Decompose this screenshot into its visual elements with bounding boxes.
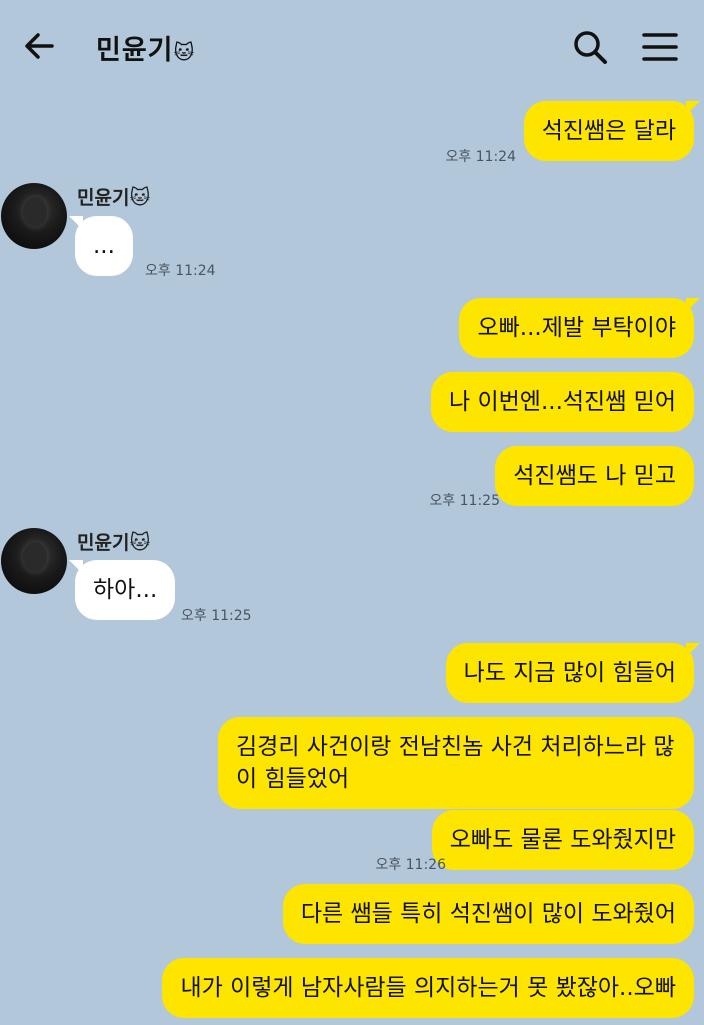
my-message-bubble[interactable]: 오빠...제발 부탁이야 [459,298,700,358]
message-time: 오후 11:25 [181,608,252,624]
avatar-face [23,197,47,227]
hamburger-menu-icon [642,33,678,61]
message-text: 다른 쌤들 특히 석진쌤이 많이 도와줬어 [300,901,676,927]
back-button[interactable] [20,26,60,66]
sender-name-text: 민윤기 [77,187,130,209]
message-text: 내가 이렇게 남자사람들 의지하는거 못 봤잖아..오빠 [180,975,676,1001]
cat-emoji-icon: 🐱 [129,530,151,554]
other-message-bubble[interactable]: ... [69,216,133,276]
cat-emoji-icon: 🐱 [173,40,196,64]
message-text: 김경리 사건이랑 전남친놈 사건 처리하느라 많이 힘들었어 [236,734,675,792]
sender-name: 민윤기🐱 [77,183,150,210]
message-time: 오후 11:25 [429,493,500,509]
my-message-bubble[interactable]: 나 이번엔...석진쌤 믿어 [431,372,694,432]
search-icon [574,31,607,64]
my-message-bubble[interactable]: 석진쌤도 나 믿고 [495,446,694,506]
sender-name: 민윤기🐱 [77,528,150,555]
search-button[interactable] [570,28,610,68]
message-text: 하아... [93,577,158,603]
menu-button[interactable] [640,28,680,68]
chat-header: 민윤기🐱 [0,0,704,92]
my-message-bubble[interactable]: 오빠도 물론 도와줬지만 [431,810,694,870]
chat-title: 민윤기🐱 [96,28,195,67]
avatar[interactable] [1,528,67,594]
message-text: 석진쌤은 달라 [541,118,676,144]
my-message-bubble[interactable]: 내가 이렇게 남자사람들 의지하는거 못 봤잖아..오빠 [162,958,694,1018]
chat-title-text: 민윤기 [96,35,174,66]
my-message-bubble[interactable]: 나도 지금 많이 힘들어 [445,643,701,703]
message-time: 오후 11:24 [145,263,216,279]
cat-emoji-icon: 🐱 [129,185,151,209]
avatar[interactable] [1,183,67,249]
message-text: ... [93,233,115,259]
my-message-bubble[interactable]: 김경리 사건이랑 전남친놈 사건 처리하느라 많이 힘들었어 [218,717,694,809]
message-time: 오후 11:24 [445,149,516,165]
message-text: 나도 지금 많이 힘들어 [463,660,676,686]
chat-screen: 민윤기🐱 석진쌤은 달라 오후 11:24 민윤기🐱 ... 오후 11:24 … [0,0,704,1025]
message-time: 오후 11:26 [375,857,446,873]
message-text: 석진쌤도 나 믿고 [513,463,676,489]
other-message-bubble[interactable]: 하아... [68,560,176,620]
my-message-bubble[interactable]: 석진쌤은 달라 [523,101,701,161]
message-text: 나 이번엔...석진쌤 믿어 [449,389,676,415]
sender-name-text: 민윤기 [77,532,130,554]
avatar-face [23,542,47,572]
my-message-bubble[interactable]: 다른 쌤들 특히 석진쌤이 많이 도와줬어 [282,884,694,944]
message-text: 오빠도 물론 도와줬지만 [449,827,676,853]
message-text: 오빠...제발 부탁이야 [477,315,676,341]
arrow-left-icon [25,33,54,59]
